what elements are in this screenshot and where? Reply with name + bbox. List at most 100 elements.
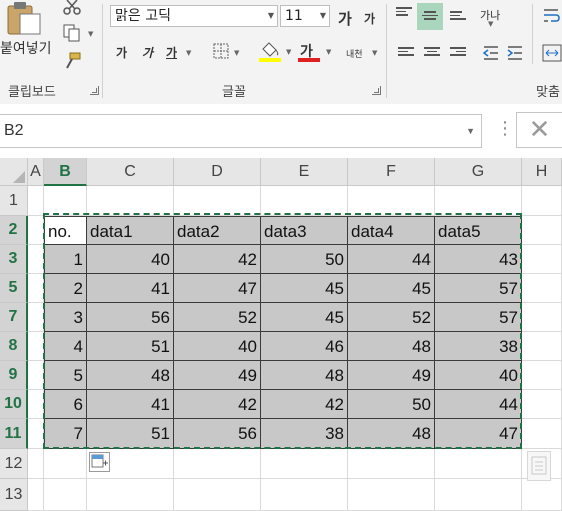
column-header-h[interactable]: H <box>522 158 562 186</box>
table-cell[interactable]: 52 <box>348 303 435 332</box>
column-header-c[interactable]: C <box>87 158 174 186</box>
row-header-11[interactable]: 11 <box>0 419 28 449</box>
row-header-2[interactable]: 2 <box>0 216 28 245</box>
table-cell[interactable]: 42 <box>261 390 348 419</box>
row-header-3[interactable]: 3 <box>0 245 28 274</box>
table-cell[interactable]: 40 <box>174 332 261 361</box>
shrink-font-button[interactable]: 가 <box>364 10 375 27</box>
column-header-d[interactable]: D <box>174 158 261 186</box>
table-cell[interactable]: 42 <box>174 390 261 419</box>
row-header-8[interactable]: 8 <box>0 332 28 361</box>
table-cell[interactable]: 41 <box>87 274 174 303</box>
table-cell[interactable]: 45 <box>261 303 348 332</box>
table-cell[interactable]: 46 <box>261 332 348 361</box>
table-cell[interactable]: 45 <box>348 274 435 303</box>
table-cell[interactable]: 52 <box>174 303 261 332</box>
phonetic-button[interactable]: 내천 ▼ <box>346 42 380 62</box>
font-name-combobox[interactable]: 맑은 고딕 ▼ <box>110 5 278 27</box>
cancel-button[interactable]: ✕ <box>516 112 562 148</box>
select-all-button[interactable] <box>0 158 28 186</box>
cut-icon[interactable] <box>62 0 82 16</box>
header-cell[interactable]: data1 <box>87 216 174 245</box>
row-header-5[interactable]: 5 <box>0 274 28 303</box>
table-cell[interactable]: 50 <box>348 390 435 419</box>
quick-analysis-button[interactable] <box>527 451 551 481</box>
fill-color-dropdown-icon[interactable]: ▼ <box>286 48 291 56</box>
table-cell[interactable]: 38 <box>435 332 522 361</box>
header-cell[interactable]: data5 <box>435 216 522 245</box>
border-button[interactable]: ▼ <box>212 42 242 60</box>
font-color-button[interactable]: 가 ▼ <box>298 40 334 64</box>
table-cell[interactable]: 48 <box>87 361 174 390</box>
table-cell[interactable]: 44 <box>435 390 522 419</box>
active-cell-b2[interactable]: no. <box>44 216 87 245</box>
table-cell[interactable]: 49 <box>174 361 261 390</box>
table-cell[interactable]: 49 <box>348 361 435 390</box>
border-dropdown-icon[interactable]: ▼ <box>234 49 239 57</box>
font-size-combobox[interactable]: 11 ▼ <box>280 5 330 27</box>
table-cell[interactable]: 56 <box>174 419 261 449</box>
table-cell[interactable]: 4 <box>44 332 87 361</box>
underline-button[interactable]: 가 <box>166 44 177 61</box>
chevron-down-icon[interactable]: ▼ <box>320 6 326 26</box>
table-cell[interactable]: 3 <box>44 303 87 332</box>
table-cell[interactable]: 6 <box>44 390 87 419</box>
merge-center-icon[interactable] <box>542 44 562 62</box>
table-cell[interactable]: 42 <box>174 245 261 274</box>
table-cell[interactable]: 57 <box>435 303 522 332</box>
decrease-indent-icon[interactable] <box>482 45 500 61</box>
table-cell[interactable]: 40 <box>87 245 174 274</box>
font-color-dropdown-icon[interactable]: ▼ <box>326 48 331 56</box>
row-header-13[interactable]: 13 <box>0 479 28 511</box>
table-cell[interactable]: 48 <box>261 361 348 390</box>
wrap-text-button[interactable]: 가나 ▼ <box>480 4 510 30</box>
paste-options-button[interactable] <box>89 452 110 472</box>
column-header-f[interactable]: F <box>348 158 435 186</box>
table-cell[interactable]: 38 <box>261 419 348 449</box>
middle-align-icon[interactable] <box>422 11 438 23</box>
table-cell[interactable]: 45 <box>261 274 348 303</box>
wrap-icon[interactable] <box>542 6 560 24</box>
table-cell[interactable]: 43 <box>435 245 522 274</box>
table-cell[interactable]: 5 <box>44 361 87 390</box>
wrap-text-dropdown-icon[interactable]: ▼ <box>488 20 493 28</box>
column-header-e[interactable]: E <box>261 158 348 186</box>
italic-button[interactable]: 가 <box>142 44 153 61</box>
copy-dropdown-icon[interactable]: ▼ <box>88 30 93 38</box>
font-dialog-launcher-icon[interactable] <box>372 86 381 95</box>
row-header-12[interactable]: 12 <box>0 449 28 479</box>
column-header-a[interactable]: A <box>28 158 44 186</box>
table-cell[interactable]: 51 <box>87 419 174 449</box>
table-cell[interactable]: 56 <box>87 303 174 332</box>
table-cell[interactable]: 44 <box>348 245 435 274</box>
table-cell[interactable]: 41 <box>87 390 174 419</box>
increase-indent-icon[interactable] <box>506 45 524 61</box>
more-options-icon[interactable]: ⋮ <box>496 118 514 139</box>
underline-dropdown-icon[interactable]: ▼ <box>186 49 191 57</box>
align-center-icon[interactable] <box>424 47 440 59</box>
table-cell[interactable]: 47 <box>435 419 522 449</box>
table-cell[interactable]: 7 <box>44 419 87 449</box>
fill-color-button[interactable]: ▼ <box>258 40 294 64</box>
header-cell[interactable]: data3 <box>261 216 348 245</box>
paste-button[interactable]: 붙여넣기 <box>0 0 56 78</box>
top-align-icon[interactable] <box>396 7 412 19</box>
table-cell[interactable]: 50 <box>261 245 348 274</box>
chevron-down-icon[interactable]: ▼ <box>466 115 475 147</box>
align-right-icon[interactable] <box>450 47 466 59</box>
table-cell[interactable]: 51 <box>87 332 174 361</box>
table-cell[interactable]: 48 <box>348 419 435 449</box>
clipboard-dialog-launcher-icon[interactable] <box>90 86 99 95</box>
table-cell[interactable]: 48 <box>348 332 435 361</box>
grow-font-button[interactable]: 가 <box>338 8 352 29</box>
phonetic-dropdown-icon[interactable]: ▼ <box>372 49 377 57</box>
copy-button[interactable]: ▼ <box>62 24 96 42</box>
name-box[interactable]: B2 ▼ <box>0 114 482 148</box>
bottom-align-icon[interactable] <box>450 11 466 23</box>
table-cell[interactable]: 1 <box>44 245 87 274</box>
column-header-g[interactable]: G <box>435 158 522 186</box>
table-cell[interactable]: 57 <box>435 274 522 303</box>
chevron-down-icon[interactable]: ▼ <box>268 6 274 26</box>
table-cell[interactable]: 40 <box>435 361 522 390</box>
format-painter-icon[interactable] <box>64 52 82 70</box>
